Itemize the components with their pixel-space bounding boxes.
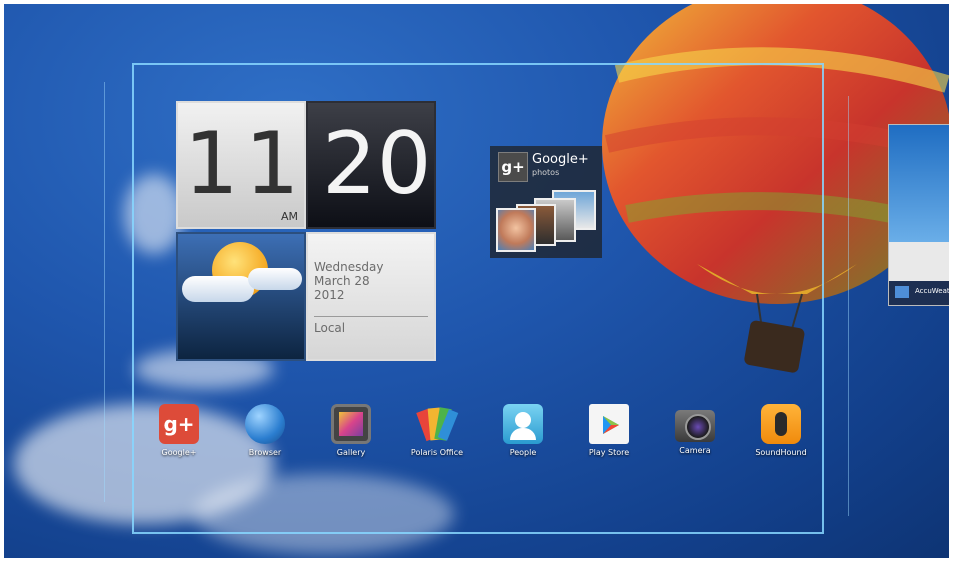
gallery-icon <box>331 404 371 444</box>
app-label: Gallery <box>336 448 366 457</box>
google-plus-photos-widget[interactable]: g+ Google+ photos <box>490 146 602 258</box>
clock-hour-tile: 11 AM <box>176 101 306 229</box>
play-triangle-icon <box>603 416 619 434</box>
camera-icon <box>675 410 715 442</box>
accuweather-icon <box>895 286 909 298</box>
app-label: SoundHound <box>755 448 807 457</box>
app-label: Polaris Office <box>410 448 464 457</box>
weekday-text: Wednesday <box>314 260 384 274</box>
google-plus-icon: g+ <box>159 404 199 444</box>
date-tile: Wednesday March 28 2012 Local <box>306 232 436 361</box>
clock-minute: 20 <box>322 114 432 214</box>
preview-label: AccuWeat <box>915 287 949 295</box>
app-soundhound[interactable]: SoundHound <box>746 404 816 457</box>
globe-icon <box>245 404 285 444</box>
date-text: March 28 <box>314 274 370 288</box>
widget-subtitle: photos <box>532 168 560 177</box>
shopping-bag-icon <box>589 404 629 444</box>
year-text: 2012 <box>314 288 345 302</box>
app-play-store[interactable]: Play Store <box>574 404 644 457</box>
app-google-plus[interactable]: g+ Google+ <box>144 404 214 457</box>
clock-weather-widget[interactable]: 11 AM 20 Wednesday March 28 2012 Local <box>176 101 436 361</box>
photo-thumbnail <box>496 208 536 252</box>
app-label: Browser <box>248 448 282 457</box>
left-panel-edge <box>4 82 105 502</box>
google-plus-icon: g+ <box>498 152 528 182</box>
soundhound-icon <box>761 404 801 444</box>
accuweather-widget-preview[interactable]: AccuWeat <box>888 124 949 306</box>
cloud-icon <box>248 268 302 290</box>
widget-title: Google+ <box>532 152 589 167</box>
weather-tile <box>176 232 306 361</box>
app-people[interactable]: People <box>488 404 558 457</box>
clock-hour: 11 <box>184 114 306 214</box>
app-label: People <box>509 448 537 457</box>
weather-image <box>889 125 949 242</box>
polaris-office-icon <box>416 404 459 444</box>
app-label: Play Store <box>588 448 630 457</box>
contacts-icon <box>503 404 543 444</box>
cloud-icon <box>182 276 254 302</box>
app-camera[interactable]: Camera <box>660 404 730 455</box>
location-text: Local <box>314 316 428 335</box>
preview-bar: AccuWeat <box>889 281 949 305</box>
clock-ampm: AM <box>280 210 298 223</box>
app-polaris-office[interactable]: Polaris Office <box>402 404 472 457</box>
clock-minute-tile: 20 <box>306 101 436 229</box>
app-label: Google+ <box>161 448 197 457</box>
app-label: Camera <box>679 446 711 455</box>
home-screen: 11 AM 20 Wednesday March 28 2012 Local g… <box>4 4 949 558</box>
app-browser[interactable]: Browser <box>230 404 300 457</box>
app-gallery[interactable]: Gallery <box>316 404 386 457</box>
